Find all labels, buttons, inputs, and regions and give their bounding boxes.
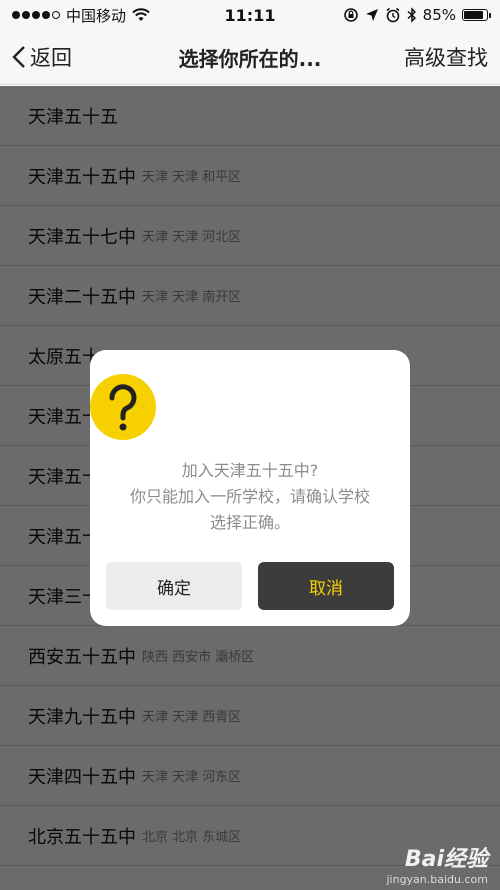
dialog-line-3: 选择正确。 xyxy=(209,513,290,532)
status-left: 中国移动 xyxy=(12,5,150,26)
carrier-label: 中国移动 xyxy=(66,6,127,25)
watermark-url: jingyan.baidu.com xyxy=(386,873,488,886)
location-arrow-icon xyxy=(365,9,378,21)
navigation-bar: 返回 选择你所在的... 高级查找 xyxy=(0,30,500,85)
status-right: 85% xyxy=(343,6,491,24)
battery-percent: 85% xyxy=(422,6,456,24)
watermark-logo: Bai经验 xyxy=(404,847,488,872)
back-label: 返回 xyxy=(30,46,72,70)
bluetooth-icon xyxy=(407,7,416,23)
question-icon xyxy=(90,374,156,440)
status-bar: 中国移动 11:11 85% xyxy=(0,0,500,30)
dialog-line-1: 加入天津五十五中? xyxy=(181,461,319,480)
advanced-search-button[interactable]: 高级查找 xyxy=(404,42,488,72)
page-title: 选择你所在的... xyxy=(178,46,322,71)
wifi-icon xyxy=(132,8,150,21)
battery-icon xyxy=(462,9,491,21)
alarm-icon xyxy=(386,7,400,23)
dialog-buttons: 确定 取消 xyxy=(106,562,394,610)
cancel-button[interactable]: 取消 xyxy=(258,562,394,610)
confirm-dialog: 加入天津五十五中? 你只能加入一所学校，请确认学校 选择正确。 确定 取消 xyxy=(90,350,410,626)
back-button[interactable]: 返回 xyxy=(12,42,72,72)
chevron-left-icon xyxy=(12,46,25,68)
watermark: Bai经验 jingyan.baidu.com xyxy=(386,841,488,886)
confirm-button[interactable]: 确定 xyxy=(106,562,242,610)
dialog-line-2: 你只能加入一所学校，请确认学校 xyxy=(129,487,370,506)
signal-icon xyxy=(12,11,60,19)
rotation-lock-icon xyxy=(343,8,358,22)
dialog-message: 加入天津五十五中? 你只能加入一所学校，请确认学校 选择正确。 xyxy=(90,458,410,536)
